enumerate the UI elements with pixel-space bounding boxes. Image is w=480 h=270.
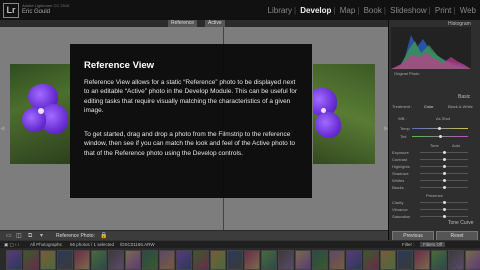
- tone-auto-button[interactable]: Auto: [452, 143, 460, 148]
- filmstrip-thumbnail[interactable]: [74, 250, 90, 270]
- user-name: Eric Gould: [22, 9, 51, 15]
- tone-label-shadows: Shadows: [392, 171, 409, 176]
- presence-slider-thumb-clarity[interactable]: [443, 201, 446, 204]
- active-photo[interactable]: [313, 64, 375, 164]
- module-slideshow[interactable]: Slideshow: [390, 6, 426, 15]
- filmstrip-thumbnail[interactable]: [193, 250, 209, 270]
- module-book[interactable]: Book: [364, 6, 382, 15]
- app-title: Adobe Lightroom CC 2015: [22, 3, 70, 8]
- dialog-paragraph-1: Reference View allows for a static “Refe…: [84, 79, 298, 114]
- tone-label-contrast: Contrast: [392, 157, 408, 162]
- tone-label: Tone: [430, 143, 439, 148]
- filmstrip-count: 66 photos / 1 selected: [70, 242, 115, 247]
- filmstrip-thumbnail[interactable]: [397, 250, 413, 270]
- reference-pane-label: Reference: [168, 20, 198, 27]
- lock-icon[interactable]: 🔒: [100, 233, 107, 239]
- wb-select[interactable]: As Shot: [436, 116, 450, 121]
- lightroom-logo: Lr: [3, 3, 19, 18]
- filmstrip-thumbnail[interactable]: [346, 250, 362, 270]
- filmstrip-thumbnail[interactable]: [448, 250, 464, 270]
- filmstrip-thumbnail[interactable]: [40, 250, 56, 270]
- tone-slider-thumb-whites[interactable]: [443, 179, 446, 182]
- tone-label-whites: Whites: [392, 178, 405, 183]
- presence-label-vibrance: Vibrance: [392, 207, 408, 212]
- top-bar: Lr Adobe Lightroom CC 2015 Eric Gould Li…: [0, 0, 480, 21]
- tone-slider-thumb-exposure[interactable]: [443, 151, 446, 154]
- presence-slider-thumb-vibrance[interactable]: [443, 208, 446, 211]
- reference-photo[interactable]: [10, 64, 70, 164]
- compare-view-icon[interactable]: ◫: [16, 233, 22, 239]
- reference-photo-label: Reference Photo:: [56, 233, 95, 239]
- histogram-graph: [391, 35, 471, 69]
- module-picker: Library | Develop | Map | Book | Slideshow | …: [267, 6, 476, 15]
- filmstrip-thumbnail[interactable]: [125, 250, 141, 270]
- presence-label: Presence: [426, 193, 443, 198]
- filmstrip-thumbnail[interactable]: [210, 250, 226, 270]
- tone-label-exposure: Exposure: [392, 150, 409, 155]
- filmstrip-thumbnail[interactable]: [261, 250, 277, 270]
- filmstrip-thumbnail[interactable]: [23, 250, 39, 270]
- module-map[interactable]: Map: [340, 6, 356, 15]
- compare-header: Reference Active: [0, 20, 388, 27]
- filmstrip-thumbnail[interactable]: [295, 250, 311, 270]
- treatment-label: Treatment :: [392, 104, 413, 109]
- module-develop[interactable]: Develop: [300, 6, 331, 15]
- tone-slider-thumb-contrast[interactable]: [443, 158, 446, 161]
- filmstrip-thumbnail[interactable]: [312, 250, 328, 270]
- filmstrip-thumbnail[interactable]: [380, 250, 396, 270]
- filmstrip-thumbnail[interactable]: [465, 250, 480, 270]
- presence-label-saturation: Saturation: [392, 214, 411, 219]
- filter-select[interactable]: Filters Off: [420, 242, 446, 247]
- dropdown-icon[interactable]: ▾: [40, 233, 43, 239]
- module-print[interactable]: Print: [435, 6, 451, 15]
- wb-label: WB :: [398, 116, 407, 121]
- presence-label-clarity: Clarity: [392, 200, 404, 205]
- tone-label-blacks: Blacks: [392, 185, 404, 190]
- module-web[interactable]: Web: [460, 6, 476, 15]
- filmstrip[interactable]: [0, 248, 480, 270]
- presence-slider-thumb-saturation[interactable]: [443, 215, 446, 218]
- filmstrip-thumbnail[interactable]: [363, 250, 379, 270]
- filmstrip-thumbnail[interactable]: [431, 250, 447, 270]
- treatment-color-option[interactable]: Color: [424, 104, 434, 109]
- filmstrip-thumbnail[interactable]: [414, 250, 430, 270]
- histogram: [391, 27, 471, 69]
- filmstrip-thumbnail[interactable]: [278, 250, 294, 270]
- filmstrip-thumbnail[interactable]: [108, 250, 124, 270]
- tint-slider-thumb[interactable]: [439, 135, 442, 138]
- loupe-view-icon[interactable]: ▭: [6, 233, 12, 239]
- filmstrip-thumbnail[interactable]: [91, 250, 107, 270]
- dialog-paragraph-2: To get started, drag and drop a photo fr…: [84, 131, 296, 157]
- filmstrip-thumbnail[interactable]: [227, 250, 243, 270]
- tone-slider-thumb-blacks[interactable]: [443, 186, 446, 189]
- tint-label: Tint: [400, 134, 407, 139]
- filmstrip-thumbnail[interactable]: [57, 250, 73, 270]
- reference-view-info-dialog: Reference View Reference View allows for…: [70, 44, 312, 198]
- tone-slider-thumb-shadows[interactable]: [443, 172, 446, 175]
- treatment-bw-option[interactable]: Black & White: [448, 104, 473, 109]
- filmstrip-thumbnail[interactable]: [176, 250, 192, 270]
- active-pane-label: Active: [205, 20, 225, 27]
- basic-panel-header[interactable]: Basic: [458, 94, 470, 100]
- original-photo-label[interactable]: Original Photo: [394, 71, 419, 76]
- temp-slider-thumb[interactable]: [438, 127, 441, 130]
- dialog-title: Reference View: [84, 60, 155, 71]
- filmstrip-thumbnail[interactable]: [244, 250, 260, 270]
- reference-view-icon[interactable]: ⧉: [28, 233, 32, 239]
- temp-label: Temp: [400, 126, 410, 131]
- collapse-left-panel-icon[interactable]: ◀: [0, 125, 5, 132]
- tone-label-highlights: Highlights: [392, 164, 410, 169]
- filmstrip-filename: /DSC01166.ARW: [120, 242, 155, 247]
- filmstrip-thumbnail[interactable]: [159, 250, 175, 270]
- module-library[interactable]: Library: [268, 6, 292, 15]
- tone-curve-panel-header[interactable]: Tone Curve: [448, 220, 474, 226]
- tone-slider-thumb-highlights[interactable]: [443, 165, 446, 168]
- filmstrip-thumbnail[interactable]: [6, 250, 22, 270]
- filmstrip-source[interactable]: All Photographs: [30, 242, 62, 247]
- filter-label: Filter :: [402, 242, 415, 247]
- filmstrip-thumbnail[interactable]: [329, 250, 345, 270]
- filmstrip-thumbnail[interactable]: [142, 250, 158, 270]
